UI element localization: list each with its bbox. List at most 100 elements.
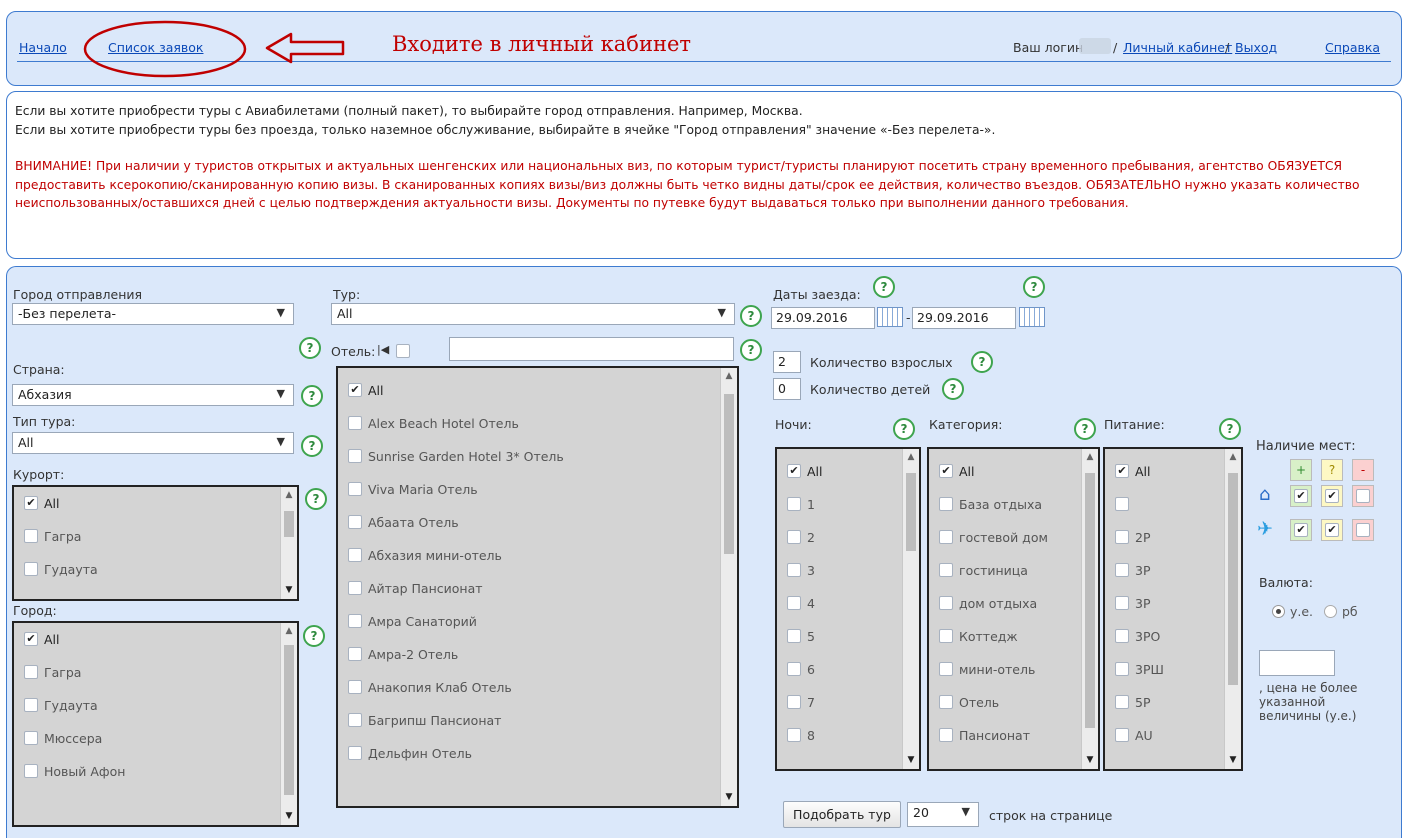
meal-item[interactable]: 3РО xyxy=(1105,620,1241,653)
category-item[interactable]: ✔ All xyxy=(929,455,1098,488)
hotel-item[interactable]: Айтар Пансионат xyxy=(338,572,737,605)
avail-checkbox[interactable]: ✔ xyxy=(1325,489,1339,503)
category-item[interactable]: гостевой дом xyxy=(929,521,1098,554)
scroll-up-icon[interactable]: ▲ xyxy=(903,449,919,466)
hotel-item[interactable]: Абаата Отель xyxy=(338,506,737,539)
hotel-item[interactable]: Дельфин Отель xyxy=(338,737,737,770)
checkbox[interactable] xyxy=(24,562,38,576)
checkbox[interactable]: ✔ xyxy=(1115,464,1129,478)
help-icon[interactable]: ? xyxy=(740,305,762,327)
avail-flight-minus[interactable] xyxy=(1352,519,1374,541)
help-icon[interactable]: ? xyxy=(1219,418,1241,440)
scroll-down-icon[interactable]: ▼ xyxy=(903,752,919,769)
meal-item[interactable]: AU xyxy=(1105,719,1241,752)
help-icon[interactable]: ? xyxy=(971,351,993,373)
checkbox[interactable] xyxy=(1115,596,1129,610)
avail-checkbox[interactable] xyxy=(1356,523,1370,537)
category-item[interactable]: Пансионат xyxy=(929,719,1098,752)
hotel-item[interactable]: Амра Санаторий xyxy=(338,605,737,638)
checkbox[interactable] xyxy=(939,662,953,676)
scroll-thumb[interactable] xyxy=(1228,473,1238,685)
scroll-thumb[interactable] xyxy=(284,645,294,795)
departure-select[interactable]: -Без перелета- ▼ xyxy=(12,303,294,325)
checkbox[interactable] xyxy=(348,548,362,562)
checkbox[interactable] xyxy=(787,596,801,610)
checkbox[interactable] xyxy=(939,629,953,643)
category-list[interactable]: ✔ All База отдыха гостевой дом гостиница дом … xyxy=(927,447,1100,771)
checkbox[interactable] xyxy=(24,764,38,778)
scrollbar[interactable]: ▲ ▼ xyxy=(720,368,737,806)
avail-hotel-minus[interactable] xyxy=(1352,485,1374,507)
category-item[interactable]: Коттедж xyxy=(929,620,1098,653)
checkbox[interactable] xyxy=(1115,563,1129,577)
checkbox[interactable] xyxy=(787,563,801,577)
help-icon[interactable]: ? xyxy=(303,625,325,647)
children-input[interactable]: 0 xyxy=(773,378,801,400)
checkbox[interactable] xyxy=(348,581,362,595)
resort-item[interactable]: Гудаута xyxy=(14,553,297,586)
scroll-thumb[interactable] xyxy=(1085,473,1095,728)
city-item[interactable]: Гагра xyxy=(14,656,297,689)
meal-item[interactable]: 3Р xyxy=(1105,554,1241,587)
scroll-up-icon[interactable]: ▲ xyxy=(721,368,737,385)
city-item[interactable]: ✔ All xyxy=(14,623,297,656)
checkbox[interactable] xyxy=(939,596,953,610)
resort-item[interactable]: Гагра xyxy=(14,520,297,553)
hotel-item[interactable]: Анакопия Клаб Отель xyxy=(338,671,737,704)
checkbox[interactable] xyxy=(1115,662,1129,676)
checkbox[interactable] xyxy=(24,529,38,543)
checkbox[interactable] xyxy=(787,662,801,676)
nights-list[interactable]: ✔ All 1 2 3 4 5 6 7 8 ▲ ▼ xyxy=(775,447,921,771)
city-item[interactable]: Новый Афон xyxy=(14,755,297,788)
scrollbar[interactable]: ▲ ▼ xyxy=(280,623,297,825)
tour-type-select[interactable]: All ▼ xyxy=(12,432,294,454)
meal-item[interactable]: 5Р xyxy=(1105,686,1241,719)
checkbox[interactable]: ✔ xyxy=(787,464,801,478)
checkbox[interactable]: ✔ xyxy=(939,464,953,478)
scrollbar[interactable]: ▲ ▼ xyxy=(902,449,919,769)
checkbox[interactable] xyxy=(348,713,362,727)
city-item[interactable]: Мюссера xyxy=(14,722,297,755)
hotel-item[interactable]: Абхазия мини-отель xyxy=(338,539,737,572)
avail-flight-q[interactable]: ✔ xyxy=(1321,519,1343,541)
help-icon[interactable]: ? xyxy=(301,385,323,407)
checkbox[interactable] xyxy=(1115,728,1129,742)
scroll-down-icon[interactable]: ▼ xyxy=(1082,752,1098,769)
hotel-filter-checkbox[interactable] xyxy=(396,344,410,358)
checkbox[interactable] xyxy=(348,680,362,694)
scrollbar[interactable]: ▲ ▼ xyxy=(280,487,297,599)
avail-checkbox[interactable]: ✔ xyxy=(1294,523,1308,537)
checkbox[interactable] xyxy=(1115,629,1129,643)
nights-item[interactable]: 2 xyxy=(777,521,919,554)
category-item[interactable]: дом отдыха xyxy=(929,587,1098,620)
help-icon[interactable]: ? xyxy=(1023,276,1045,298)
checkbox[interactable] xyxy=(348,614,362,628)
date-from-input[interactable]: 29.09.2016 xyxy=(771,307,875,329)
checkbox[interactable]: ✔ xyxy=(24,632,38,646)
checkbox[interactable] xyxy=(939,728,953,742)
meal-item[interactable]: ✔ All xyxy=(1105,455,1241,488)
category-item[interactable]: Отель xyxy=(929,686,1098,719)
checkbox[interactable] xyxy=(1115,497,1129,511)
checkbox[interactable] xyxy=(787,530,801,544)
currency-rub-radio[interactable] xyxy=(1324,605,1337,618)
avail-checkbox[interactable] xyxy=(1356,489,1370,503)
scroll-up-icon[interactable]: ▲ xyxy=(281,623,297,640)
calendar-icon[interactable] xyxy=(877,307,903,327)
resort-item[interactable]: ✔ All xyxy=(14,487,297,520)
avail-checkbox[interactable]: ✔ xyxy=(1294,489,1308,503)
meal-item[interactable] xyxy=(1105,488,1241,521)
help-icon[interactable]: ? xyxy=(893,418,915,440)
hotel-item[interactable]: Alex Beach Hotel Отель xyxy=(338,407,737,440)
nights-item[interactable]: 3 xyxy=(777,554,919,587)
checkbox[interactable] xyxy=(939,695,953,709)
checkbox[interactable]: ✔ xyxy=(24,496,38,510)
category-item[interactable]: мини-отель xyxy=(929,653,1098,686)
checkbox[interactable] xyxy=(348,746,362,760)
avail-hotel-q[interactable]: ✔ xyxy=(1321,485,1343,507)
help-icon[interactable]: ? xyxy=(942,378,964,400)
nights-item[interactable]: ✔ All xyxy=(777,455,919,488)
scroll-thumb[interactable] xyxy=(284,511,294,537)
help-icon[interactable]: ? xyxy=(301,435,323,457)
max-price-input[interactable] xyxy=(1259,650,1335,676)
